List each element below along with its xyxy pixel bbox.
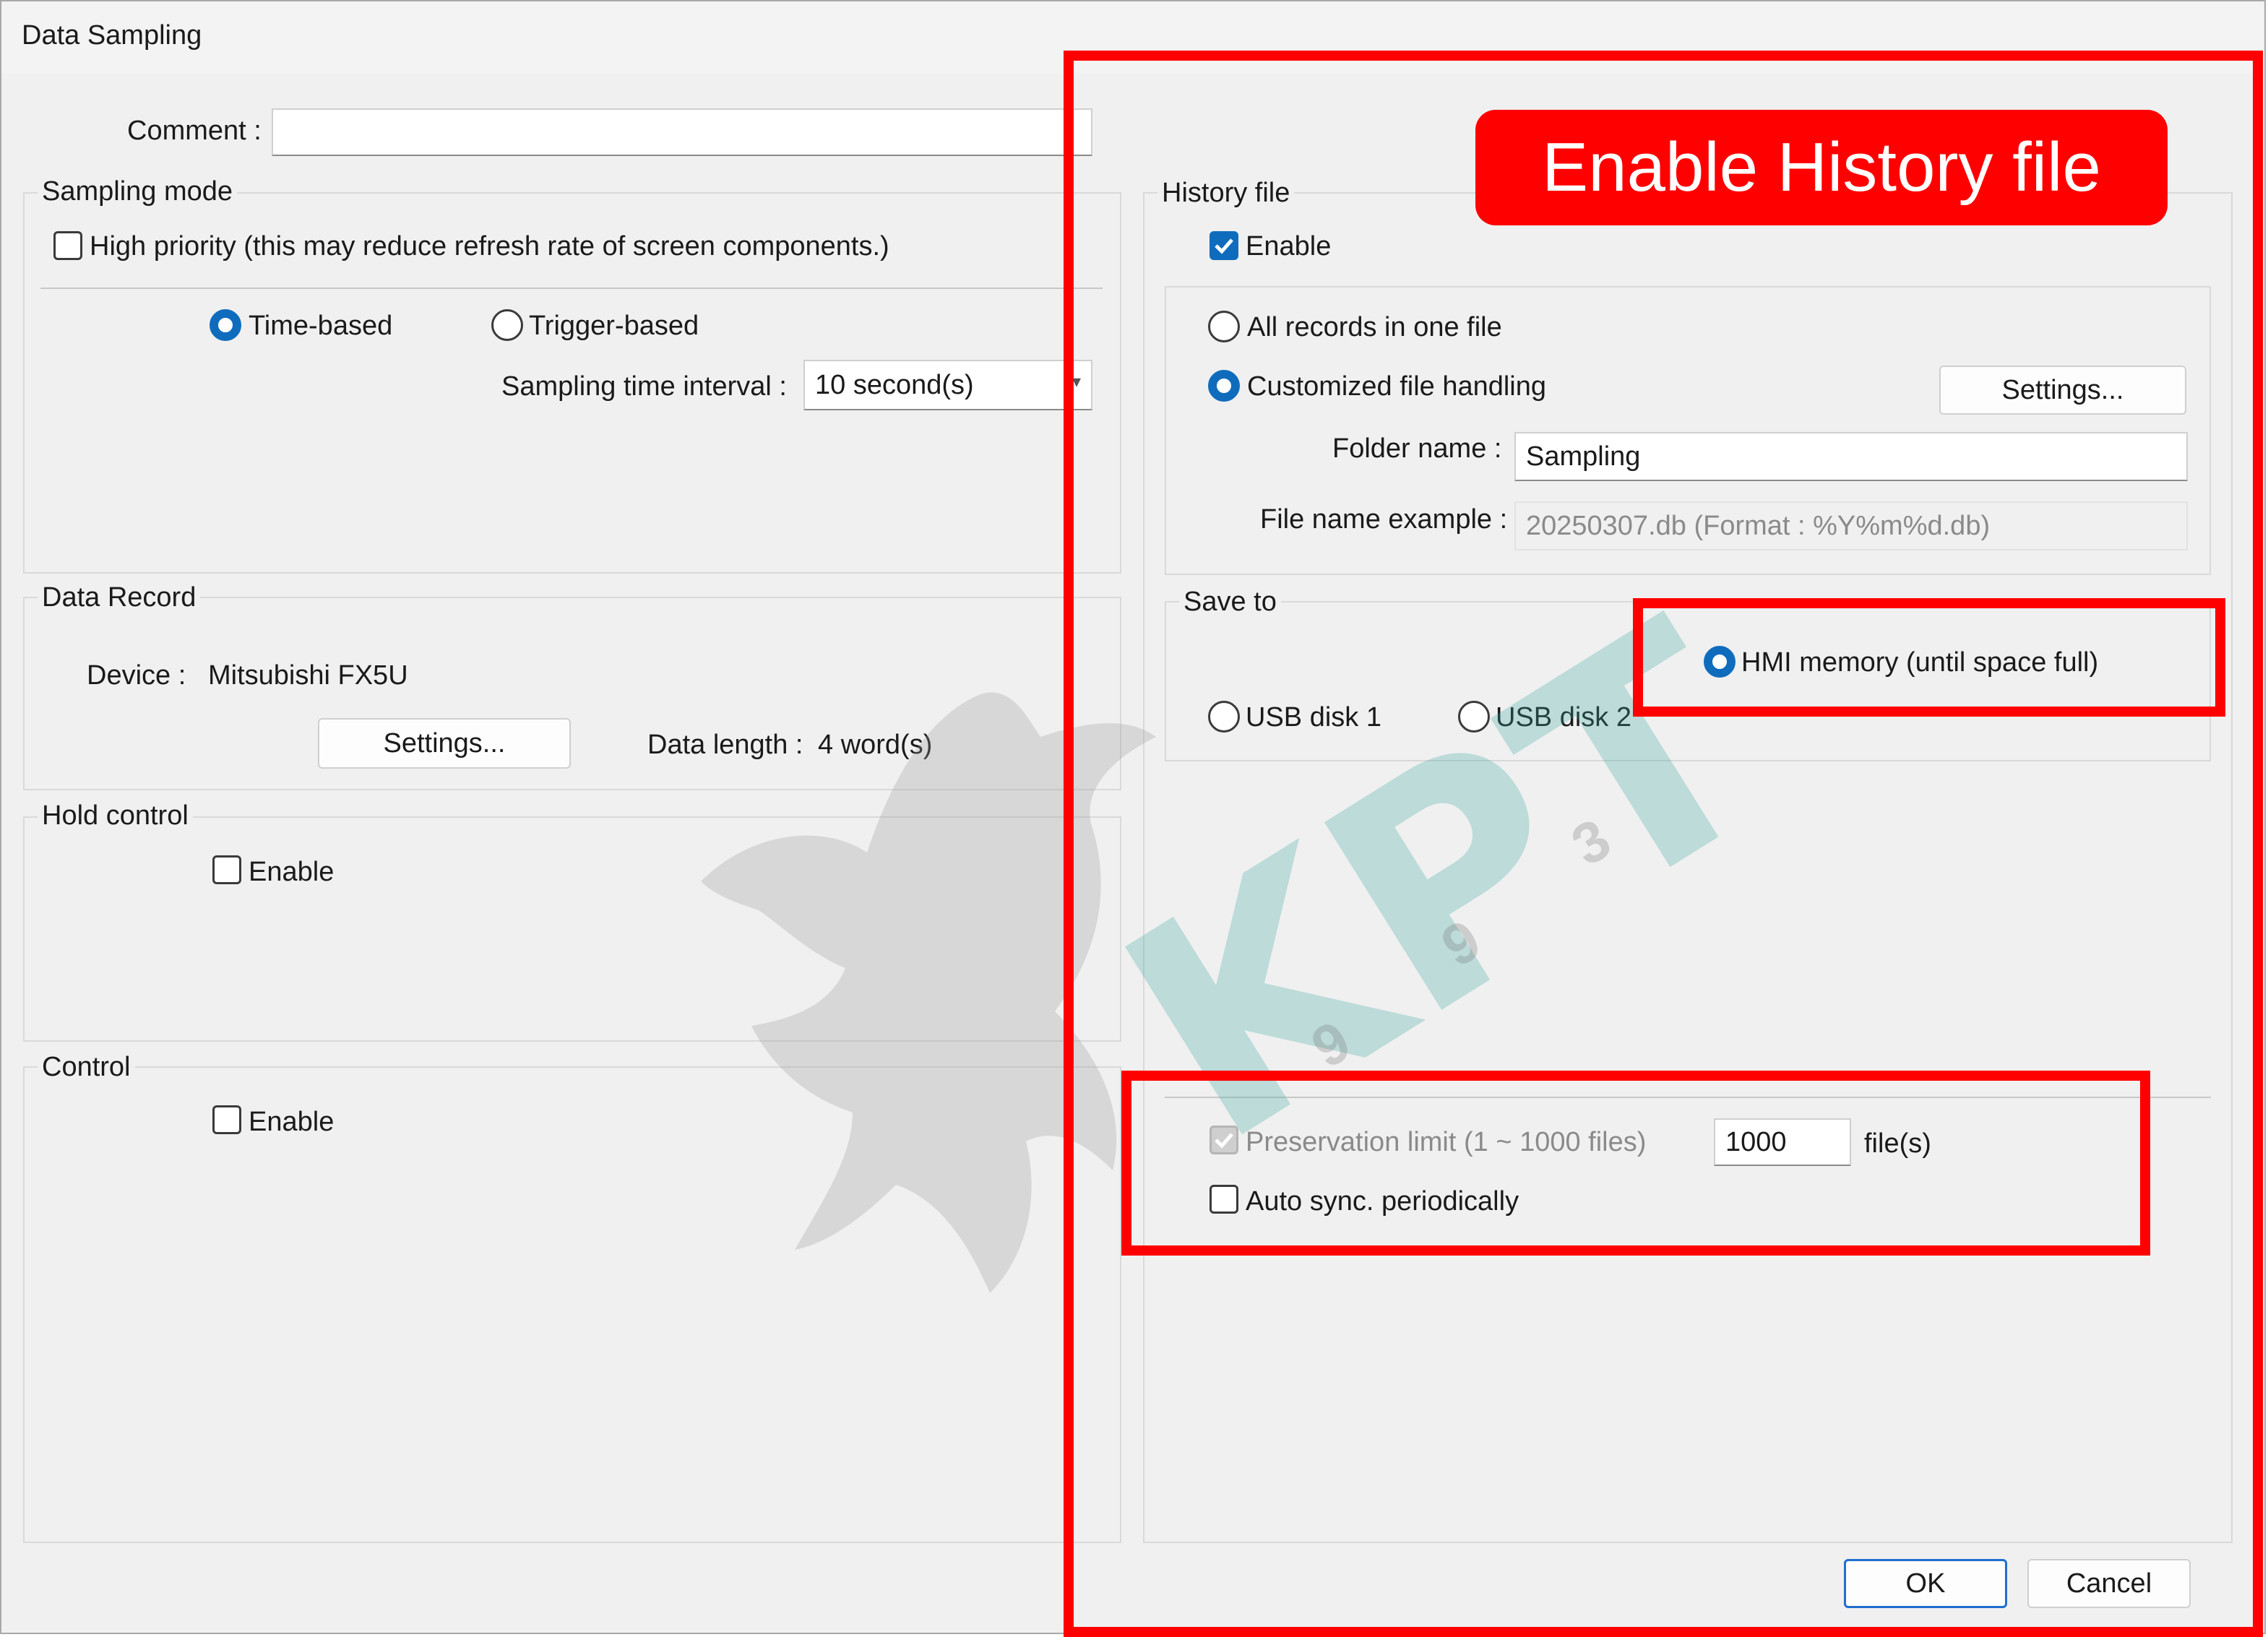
data-record-legend: Data Record <box>38 584 201 611</box>
history-file-highlight-box <box>1064 51 2263 1637</box>
hold-control-enable-label: Enable <box>249 857 335 887</box>
sampling-interval-select[interactable]: 10 second(s) ▾ <box>803 360 1092 410</box>
sampling-separator <box>40 288 1103 289</box>
trigger-based-label: Trigger-based <box>529 311 699 341</box>
data-record-settings-button[interactable]: Settings... <box>318 718 571 769</box>
comment-label: Comment : <box>127 116 262 146</box>
control-enable-label: Enable <box>249 1107 335 1137</box>
enable-history-callout: Enable History file <box>1475 110 2168 225</box>
time-based-radio[interactable] <box>210 309 241 341</box>
device-value: Mitsubishi FX5U <box>208 660 408 691</box>
control-legend: Control <box>38 1053 135 1081</box>
dialog-title: Data Sampling <box>22 20 202 51</box>
sampling-mode-legend: Sampling mode <box>38 178 238 205</box>
control-enable-checkbox[interactable] <box>212 1105 241 1134</box>
device-label: Device : <box>87 660 186 691</box>
time-based-label: Time-based <box>249 311 393 341</box>
high-priority-label: High priority (this may reduce refresh r… <box>90 231 889 262</box>
sampling-interval-label: Sampling time interval : <box>501 371 787 402</box>
comment-input[interactable] <box>272 108 1092 156</box>
high-priority-checkbox[interactable] <box>53 231 82 260</box>
trigger-based-radio[interactable] <box>491 309 523 341</box>
hold-control-legend: Hold control <box>38 802 193 829</box>
hmi-memory-highlight-box <box>1633 598 2225 717</box>
preservation-highlight-box <box>1121 1071 2150 1256</box>
hold-control-enable-checkbox[interactable] <box>212 855 241 884</box>
sampling-interval-value: 10 second(s) <box>815 369 974 400</box>
